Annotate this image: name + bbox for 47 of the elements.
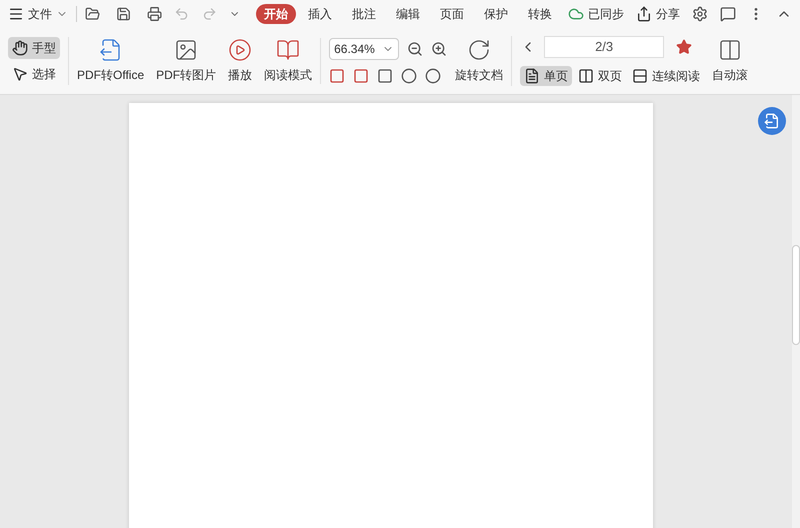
share-button[interactable]: 分享 <box>636 5 680 23</box>
page-icon <box>718 38 742 62</box>
ribbon-tab[interactable]: 保护 <box>476 4 516 24</box>
read-mode-button[interactable]: 阅读模式 <box>260 38 316 84</box>
comment-icon[interactable] <box>720 6 736 22</box>
ribbon-tab[interactable]: 开始 <box>256 4 296 24</box>
folder-icon[interactable] <box>84 6 100 22</box>
ribbon-tab[interactable]: 编辑 <box>388 4 428 24</box>
scrollbar[interactable] <box>792 95 800 528</box>
view-mode-button[interactable]: 双页 <box>574 66 626 86</box>
pdf-to-image-button[interactable]: PDF转图片 <box>152 38 220 84</box>
rotate-document-button[interactable]: 旋转文档 <box>451 38 508 84</box>
book-icon <box>276 38 300 62</box>
auto-scroll-button[interactable]: 自动滚 <box>708 38 752 84</box>
hand-tool[interactable]: 手型 <box>8 37 60 59</box>
floating-convert-button[interactable] <box>758 107 786 135</box>
select-tool[interactable]: 选择 <box>8 63 60 85</box>
sync-button[interactable]: 已同步 <box>568 5 624 23</box>
file-menu[interactable]: 文件 <box>8 5 68 23</box>
page-field[interactable]: 2/3 <box>544 36 664 58</box>
document-icon <box>764 113 780 129</box>
ribbon-tab[interactable]: 页面 <box>432 4 472 24</box>
settings-icon[interactable] <box>692 6 708 22</box>
pointer-icon <box>12 66 28 82</box>
menu-icon <box>8 6 24 22</box>
printer-icon[interactable] <box>147 6 162 22</box>
image-icon <box>174 38 198 62</box>
zoom-field[interactable]: 66.34% <box>329 38 400 60</box>
view-icon <box>632 68 648 84</box>
ribbon-tab[interactable]: 插入 <box>300 4 340 24</box>
zoom-in-icon[interactable] <box>431 41 448 57</box>
pdf-to-office-button[interactable]: PDF转Office <box>73 38 148 84</box>
cloud-icon <box>568 6 584 22</box>
ribbon-tab[interactable]: 转换 <box>520 4 560 24</box>
view-icon <box>524 68 540 84</box>
play-icon <box>228 38 252 62</box>
star-icon[interactable] <box>676 39 692 55</box>
share-icon <box>636 6 652 22</box>
save-icon[interactable] <box>116 6 132 22</box>
ribbon-tab[interactable]: 批注 <box>344 4 384 24</box>
hand-icon <box>12 40 28 56</box>
view-icon <box>578 68 594 84</box>
zoom-out-icon[interactable] <box>407 41 424 57</box>
rotate-icon <box>467 38 492 62</box>
view-mode-button[interactable]: 单页 <box>520 66 572 86</box>
view-mode-button[interactable]: 连续阅读 <box>628 66 704 86</box>
play-button[interactable]: 播放 <box>224 38 256 84</box>
